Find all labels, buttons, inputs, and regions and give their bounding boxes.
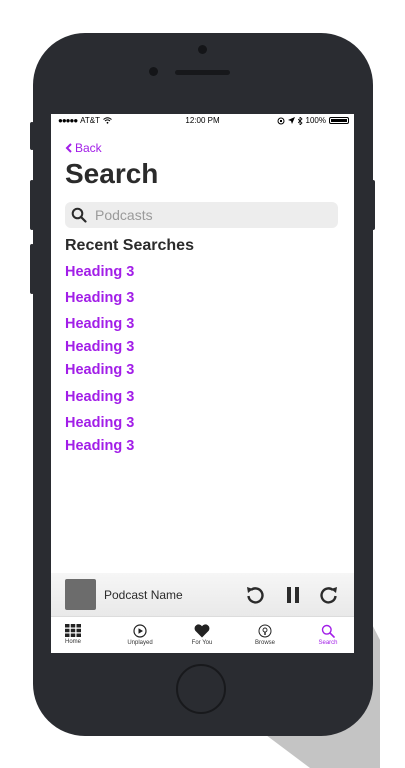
heart-icon bbox=[194, 624, 210, 638]
tab-label: Unplayed bbox=[127, 640, 153, 646]
battery-icon bbox=[329, 117, 349, 124]
bluetooth-icon bbox=[297, 116, 303, 125]
tab-label: For You bbox=[191, 640, 213, 646]
recent-search-item[interactable]: Heading 3 bbox=[65, 415, 134, 431]
front-camera bbox=[198, 45, 207, 54]
sensor bbox=[149, 67, 158, 76]
recent-search-item[interactable]: Heading 3 bbox=[65, 438, 134, 454]
earpiece-speaker bbox=[175, 70, 230, 75]
mini-player[interactable]: Podcast Name bbox=[51, 573, 354, 616]
tab-search[interactable]: Search bbox=[298, 617, 354, 653]
chevron-left-icon bbox=[65, 143, 72, 153]
tab-label: Search bbox=[318, 640, 338, 646]
tab-home[interactable]: Home bbox=[51, 617, 103, 653]
pause-icon[interactable] bbox=[282, 584, 304, 606]
tab-unplayed[interactable]: Unplayed bbox=[110, 617, 170, 653]
back-button[interactable]: Back bbox=[65, 141, 102, 155]
tab-browse[interactable]: Browse bbox=[235, 617, 295, 653]
play-circle-icon bbox=[133, 624, 147, 638]
back-label: Back bbox=[75, 141, 102, 155]
recent-search-item[interactable]: Heading 3 bbox=[65, 264, 134, 280]
recent-search-item[interactable]: Heading 3 bbox=[65, 290, 134, 306]
recent-search-item[interactable]: Heading 3 bbox=[65, 316, 134, 332]
tab-bar: Home Unplayed For You Browse Search bbox=[51, 616, 354, 653]
location-icon bbox=[287, 117, 295, 124]
podcast-artwork bbox=[65, 579, 96, 610]
recent-searches-heading: Recent Searches bbox=[65, 237, 194, 254]
screen: ●●●●● AT&T 12:00 PM 100% Back Search Rec… bbox=[51, 114, 354, 653]
rotation-lock-icon bbox=[277, 117, 285, 124]
tab-label: Browse bbox=[254, 640, 275, 646]
home-button[interactable] bbox=[176, 664, 226, 714]
grid-icon bbox=[65, 624, 81, 637]
search-bar[interactable] bbox=[65, 202, 338, 228]
battery-percent: 100% bbox=[305, 116, 326, 125]
skip-forward-icon[interactable] bbox=[318, 584, 340, 606]
search-input[interactable] bbox=[93, 206, 317, 224]
podcast-name: Podcast Name bbox=[104, 588, 183, 602]
tab-label: Home bbox=[64, 639, 81, 645]
recent-search-item[interactable]: Heading 3 bbox=[65, 389, 134, 405]
recent-search-item[interactable]: Heading 3 bbox=[65, 339, 134, 355]
recent-search-item[interactable]: Heading 3 bbox=[65, 362, 134, 378]
page-title: Search bbox=[65, 158, 159, 189]
status-bar: ●●●●● AT&T 12:00 PM 100% bbox=[51, 114, 354, 128]
tab-for-you[interactable]: For You bbox=[172, 617, 232, 653]
podcast-icon bbox=[258, 624, 272, 638]
search-icon bbox=[321, 624, 335, 638]
rewind-icon[interactable] bbox=[244, 584, 266, 606]
search-icon bbox=[71, 207, 87, 223]
